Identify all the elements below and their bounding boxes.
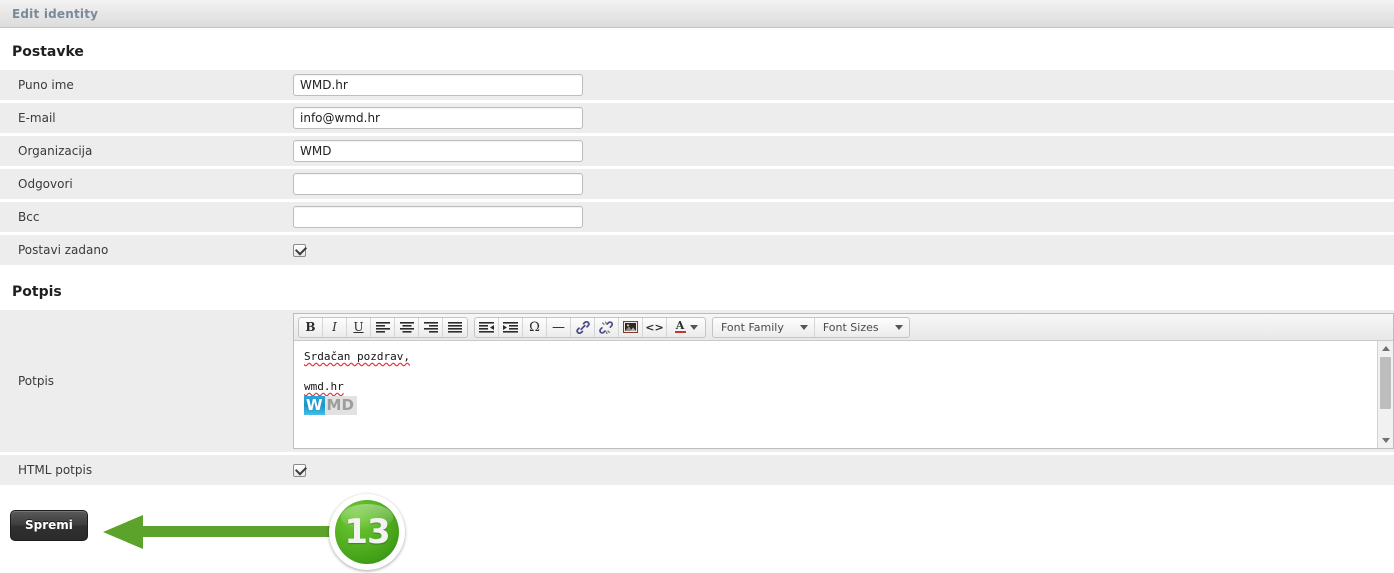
label-odgovori: Odgovori (18, 177, 73, 191)
chevron-down-icon (894, 324, 903, 330)
wmd-logo: W MD (304, 396, 357, 415)
checkbox-html-potpis[interactable] (293, 463, 306, 477)
align-right-icon[interactable] (419, 317, 443, 337)
signature-line-3: wmd.hr (304, 380, 344, 393)
scrollbar-thumb[interactable] (1380, 357, 1391, 409)
form-row-html-potpis: HTML potpis (0, 455, 1394, 485)
value-odgovori (293, 173, 1394, 195)
input-odgovori[interactable] (293, 173, 583, 195)
label-bcc: Bcc (18, 210, 40, 224)
underline-icon[interactable]: U (347, 317, 371, 337)
settings-section-title: Postavke (12, 44, 84, 60)
font-family-select[interactable]: Font Family (713, 317, 815, 337)
footer: Spremi (0, 488, 1394, 573)
label-html-potpis: HTML potpis (18, 463, 93, 477)
source-code-icon[interactable]: <> (643, 317, 667, 337)
scroll-up-arrow-icon[interactable] (1378, 341, 1393, 356)
font-sizes-select[interactable]: Font Sizes (815, 318, 909, 337)
settings-rows: Puno ime E-mail Organizacija Odgovori Bc… (0, 70, 1394, 265)
signature-content[interactable]: Srdačan pozdrav, wmd.hr W MD (294, 341, 1377, 448)
form-row-odgovori: Odgovori (0, 169, 1394, 199)
wmd-logo-md: MD (326, 396, 354, 414)
value-email (293, 107, 1394, 129)
form-row-organizacija: Organizacija (0, 136, 1394, 166)
input-puno-ime[interactable] (293, 74, 583, 96)
value-bcc (293, 206, 1394, 228)
link-icon[interactable] (571, 317, 595, 337)
label-postavi-zadano: Postavi zadano (18, 243, 109, 257)
bold-icon[interactable]: B (299, 317, 323, 337)
form-row-postavi-zadano: Postavi zadano (0, 235, 1394, 265)
label-email: E-mail (18, 111, 56, 125)
form-row-potpis: Potpis B I U Ω — <> A Font Family Font S… (0, 310, 1394, 452)
editor-body: Srdačan pozdrav, wmd.hr W MD (294, 341, 1393, 448)
value-organizacija (293, 140, 1394, 162)
indent-icon[interactable] (499, 317, 523, 337)
scroll-down-arrow-icon[interactable] (1378, 433, 1393, 448)
chevron-down-icon (799, 324, 808, 330)
editor-toolbar-group-insert: Ω — <> A (474, 316, 706, 338)
input-email[interactable] (293, 107, 583, 129)
editor-toolbar: B I U Ω — <> A Font Family Font Sizes (294, 314, 1393, 341)
value-postavi-zadano (293, 243, 1394, 257)
horizontal-rule-icon[interactable]: — (547, 317, 571, 337)
checkbox-postavi-zadano[interactable] (293, 243, 306, 257)
editor-vertical-scrollbar[interactable] (1377, 341, 1393, 448)
window-title: Edit identity (12, 6, 99, 21)
align-center-icon[interactable] (395, 317, 419, 337)
chevron-down-icon (689, 324, 698, 330)
window-header: Edit identity (0, 0, 1394, 28)
wmd-logo-w: W (304, 396, 325, 415)
input-bcc[interactable] (293, 206, 583, 228)
editor-toolbar-group-fonts: Font Family Font Sizes (712, 316, 910, 338)
font-sizes-label: Font Sizes (822, 320, 879, 334)
image-icon[interactable] (619, 317, 643, 337)
text-color-icon[interactable]: A (667, 318, 705, 337)
align-left-icon[interactable] (371, 317, 395, 337)
label-puno-ime: Puno ime (18, 78, 74, 92)
signature-blank-line (304, 364, 1367, 379)
form-row-puno-ime: Puno ime (0, 70, 1394, 100)
save-button[interactable]: Spremi (10, 510, 88, 541)
value-puno-ime (293, 74, 1394, 96)
signature-line-1: Srdačan pozdrav, (304, 350, 410, 363)
editor-toolbar-group-formatting: B I U (298, 316, 468, 338)
italic-icon[interactable]: I (323, 317, 347, 337)
value-potpis: B I U Ω — <> A Font Family Font Sizes Sr… (293, 310, 1394, 452)
form-row-email: E-mail (0, 103, 1394, 133)
font-family-label: Font Family (721, 320, 784, 334)
outdent-icon[interactable] (475, 317, 499, 337)
align-justify-icon[interactable] (443, 318, 467, 337)
signature-section-title: Potpis (12, 284, 62, 300)
unlink-icon[interactable] (595, 317, 619, 337)
input-organizacija[interactable] (293, 140, 583, 162)
rich-text-editor: B I U Ω — <> A Font Family Font Sizes Sr… (293, 313, 1394, 449)
label-organizacija: Organizacija (18, 144, 93, 158)
value-html-potpis (293, 463, 1394, 477)
special-char-icon[interactable]: Ω (523, 317, 547, 337)
form-row-bcc: Bcc (0, 202, 1394, 232)
label-potpis: Potpis (18, 374, 55, 388)
